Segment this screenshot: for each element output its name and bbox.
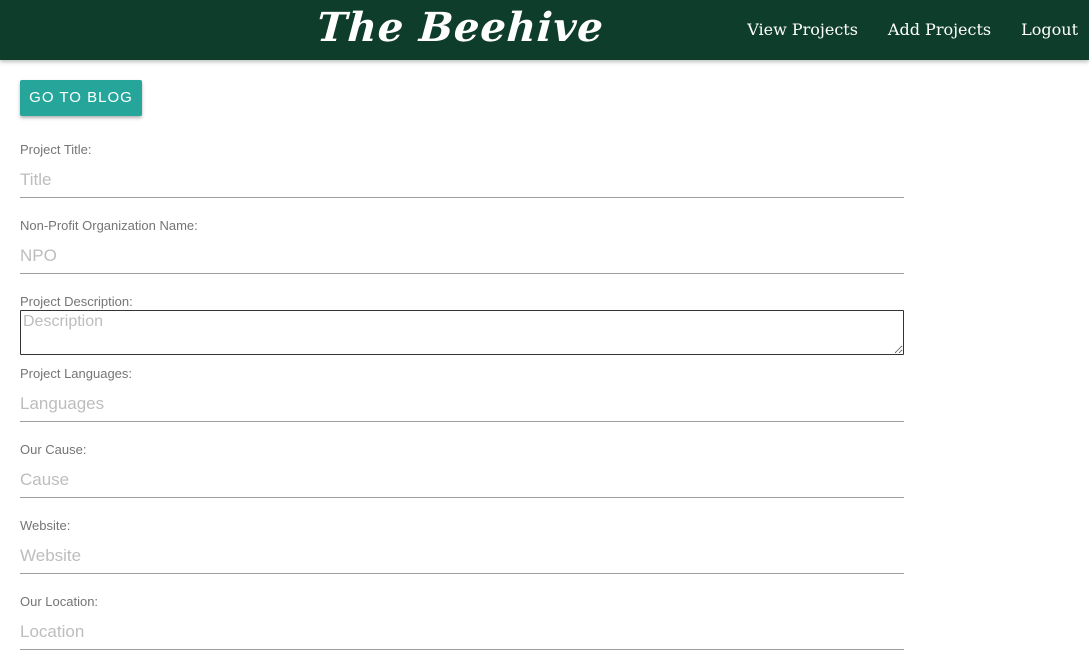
nav-logout[interactable]: Logout bbox=[1021, 20, 1078, 40]
project-title-input[interactable] bbox=[20, 162, 904, 198]
project-description-textarea[interactable] bbox=[20, 310, 904, 355]
location-label: Our Location: bbox=[20, 594, 99, 609]
project-description-label: Project Description: bbox=[20, 294, 133, 309]
nav-add-projects[interactable]: Add Projects bbox=[888, 20, 991, 40]
nav-links: View Projects Add Projects Logout bbox=[717, 0, 1078, 60]
project-languages-label: Project Languages: bbox=[20, 366, 133, 381]
website-input[interactable] bbox=[20, 538, 904, 574]
project-title-label: Project Title: bbox=[20, 142, 92, 157]
location-input[interactable] bbox=[20, 614, 904, 650]
go-to-blog-button[interactable]: Go to Blog bbox=[20, 80, 142, 116]
top-navbar: The Beehive View Projects Add Projects L… bbox=[0, 0, 1089, 60]
npo-name-input[interactable] bbox=[20, 238, 904, 274]
project-languages-input[interactable] bbox=[20, 386, 904, 422]
cause-input[interactable] bbox=[20, 462, 904, 498]
nav-view-projects[interactable]: View Projects bbox=[747, 20, 858, 40]
brand-logo[interactable]: The Beehive bbox=[315, 0, 606, 56]
cause-label: Our Cause: bbox=[20, 442, 87, 457]
npo-name-label: Non-Profit Organization Name: bbox=[20, 218, 198, 233]
website-label: Website: bbox=[20, 518, 71, 533]
